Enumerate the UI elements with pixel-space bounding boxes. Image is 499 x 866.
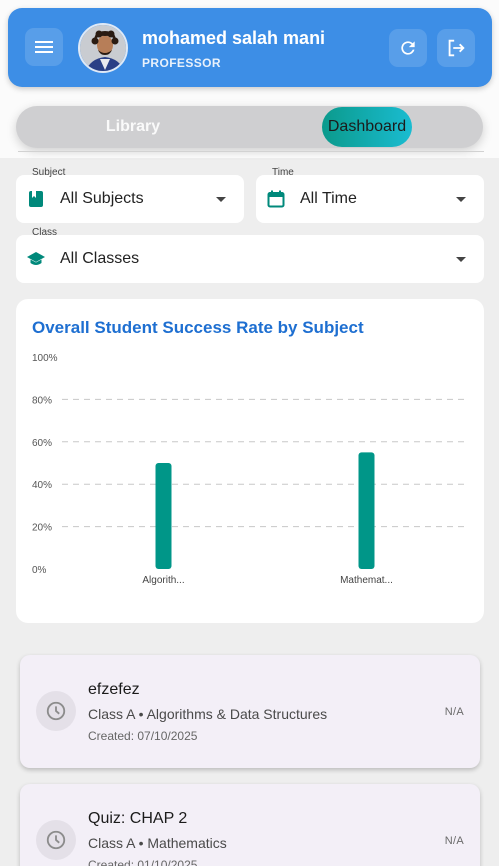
logout-icon bbox=[448, 39, 465, 57]
time-filter[interactable]: Time All Time bbox=[256, 167, 484, 223]
menu-button[interactable] bbox=[25, 28, 63, 66]
y-tick-label: 0% bbox=[32, 565, 47, 576]
y-tick-label: 40% bbox=[32, 480, 52, 491]
success-rate-chart: 0% 20% 40% 60% 80% 100% Algorith... Mathemat... bbox=[32, 353, 468, 586]
bar bbox=[358, 452, 375, 569]
tab-dashboard[interactable]: Dashboard bbox=[322, 107, 412, 147]
chevron-down-icon bbox=[216, 197, 226, 202]
refresh-button[interactable] bbox=[389, 29, 427, 67]
item-title: Quiz: CHAP 2 bbox=[88, 810, 188, 827]
x-tick-label: Mathemat... bbox=[340, 575, 393, 586]
clock-icon bbox=[36, 820, 76, 860]
calendar-icon bbox=[266, 189, 286, 209]
class-filter[interactable]: Class All Classes bbox=[16, 227, 484, 283]
item-title: efzefez bbox=[88, 681, 140, 698]
refresh-icon bbox=[401, 41, 415, 55]
profile-photo bbox=[80, 25, 126, 71]
chevron-down-icon bbox=[456, 257, 466, 262]
bar bbox=[155, 463, 172, 569]
chevron-down-icon bbox=[456, 197, 466, 202]
class-filter-label: Class bbox=[32, 227, 58, 238]
item-created-date: Created: 01/10/2025 bbox=[88, 858, 198, 866]
school-icon bbox=[26, 249, 46, 269]
success-rate-chart-card: Overall Student Success Rate by Subject … bbox=[16, 299, 484, 623]
divider bbox=[18, 151, 484, 152]
app-header: mohamed salah mani PROFESSOR bbox=[8, 8, 492, 87]
item-subtitle: Class A • Mathematics bbox=[88, 835, 227, 851]
y-tick-label: 20% bbox=[32, 523, 52, 534]
book-icon bbox=[26, 189, 46, 209]
subject-filter[interactable]: Subject All Subjects bbox=[16, 167, 244, 223]
clock-icon bbox=[36, 691, 76, 731]
list-item[interactable]: Quiz: CHAP 2 Class A • Mathematics Creat… bbox=[20, 784, 480, 866]
class-filter-value: All Classes bbox=[60, 250, 140, 267]
item-created-date: Created: 07/10/2025 bbox=[88, 729, 198, 743]
x-tick-label: Algorith... bbox=[142, 575, 184, 586]
user-name: mohamed salah mani bbox=[142, 28, 326, 48]
time-filter-value: All Time bbox=[300, 190, 357, 207]
item-score: N/A bbox=[444, 706, 464, 718]
avatar[interactable] bbox=[78, 23, 128, 73]
y-tick-label: 100% bbox=[32, 353, 58, 364]
menu-icon bbox=[35, 41, 53, 53]
subject-filter-value: All Subjects bbox=[60, 190, 144, 207]
time-filter-label: Time bbox=[272, 167, 294, 178]
item-subtitle: Class A • Algorithms & Data Structures bbox=[88, 706, 328, 722]
y-tick-label: 80% bbox=[32, 395, 52, 406]
item-score: N/A bbox=[444, 835, 464, 847]
tab-library[interactable]: Library bbox=[16, 106, 250, 148]
view-tabs: Library Dashboard bbox=[16, 106, 483, 148]
subject-filter-label: Subject bbox=[32, 167, 66, 178]
list-item[interactable]: efzefez Class A • Algorithms & Data Stru… bbox=[20, 655, 480, 768]
logout-button[interactable] bbox=[437, 29, 475, 67]
user-role: PROFESSOR bbox=[142, 56, 221, 70]
y-tick-label: 60% bbox=[32, 438, 52, 449]
